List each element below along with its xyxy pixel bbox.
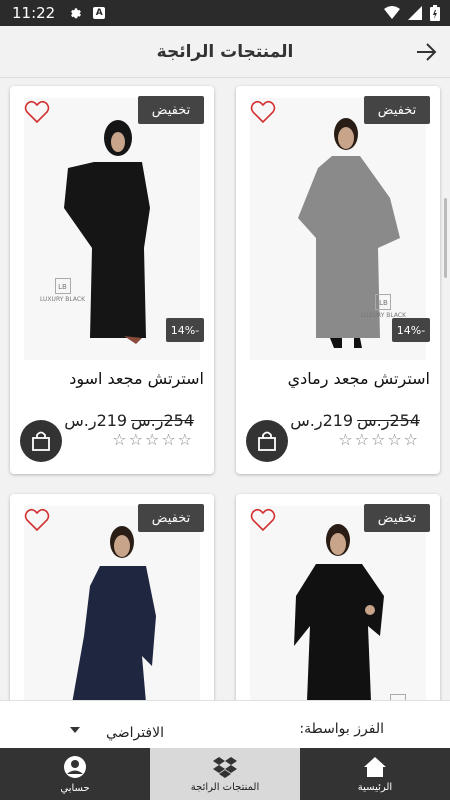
nav-home[interactable]: الرئيسية	[300, 748, 450, 800]
signal-icon	[408, 6, 422, 20]
old-price: 254ر.س	[357, 411, 420, 430]
shopping-bag-icon	[258, 431, 276, 451]
brand-logo: LB LUXURY BLACK	[361, 294, 406, 319]
settings-gear-icon	[71, 8, 82, 19]
rating-stars: ☆☆☆☆☆	[112, 430, 194, 449]
sort-label: الفرز بواسطة:	[299, 721, 384, 737]
abaya-figure-image	[294, 524, 384, 700]
product-name[interactable]: استرتش مجعد رمادي	[288, 369, 430, 388]
nav-trending-label: المنتجات الرائجة	[190, 781, 260, 793]
product-card[interactable]: LB LUXURY BLACK تخفيض 14%- استرتش مجعد ا…	[10, 86, 214, 474]
product-price: 254ر.س 219ر.س	[290, 411, 420, 430]
user-icon	[64, 755, 86, 778]
back-arrow-icon[interactable]	[414, 40, 438, 64]
discount-badge: 14%-	[392, 318, 430, 342]
bottom-navigation: حسابي المنتجات الرائجة الرئيسية	[0, 748, 450, 800]
rating-stars: ☆☆☆☆☆	[338, 430, 420, 449]
product-card[interactable]: تخفيض	[10, 494, 214, 700]
sale-badge: تخفيض	[364, 504, 430, 532]
sort-bar: الفرز بواسطة: الافتراضي	[0, 700, 450, 748]
product-name[interactable]: استرتش مجعد اسود	[69, 369, 204, 388]
add-to-cart-button[interactable]	[20, 420, 62, 462]
wishlist-heart-icon[interactable]	[250, 508, 276, 532]
product-image[interactable]	[24, 506, 200, 700]
launcher-a-icon: A	[93, 7, 106, 19]
wishlist-heart-icon[interactable]	[250, 100, 276, 124]
home-icon	[364, 756, 386, 777]
product-card[interactable]: LB تخفيض	[236, 494, 440, 700]
wishlist-heart-icon[interactable]	[24, 100, 50, 124]
page-title: المنتجات الرائجة	[156, 41, 294, 62]
brand-logo: LB LUXURY BLACK	[40, 278, 85, 303]
add-to-cart-button[interactable]	[246, 420, 288, 462]
wifi-icon	[384, 6, 400, 19]
nav-account-label: حسابي	[60, 782, 90, 794]
old-price: 254ر.س	[131, 411, 194, 430]
sale-badge: تخفيض	[364, 96, 430, 124]
current-price: 219ر.س	[290, 411, 354, 430]
sort-select[interactable]: الافتراضي	[106, 725, 164, 741]
scrollbar[interactable]	[444, 198, 447, 278]
current-price: 219ر.س	[64, 411, 128, 430]
shopping-bag-icon	[32, 431, 50, 451]
product-grid: LB LUXURY BLACK تخفيض 14%- استرتش مجعد ر…	[0, 78, 450, 700]
nav-trending[interactable]: المنتجات الرائجة	[150, 748, 300, 800]
app-header: المنتجات الرائجة	[0, 26, 450, 78]
discount-badge: 14%-	[166, 318, 204, 342]
dropdown-caret-icon[interactable]	[70, 727, 80, 733]
nav-home-label: الرئيسية	[357, 781, 393, 793]
battery-icon	[430, 5, 440, 21]
status-time: 11:22	[12, 4, 56, 22]
nav-account[interactable]: حسابي	[0, 748, 150, 800]
product-card[interactable]: LB LUXURY BLACK تخفيض 14%- استرتش مجعد ر…	[236, 86, 440, 474]
abaya-figure-image	[72, 526, 156, 700]
product-price: 254ر.س 219ر.س	[64, 411, 194, 430]
sale-badge: تخفيض	[138, 504, 204, 532]
dropbox-icon	[213, 756, 237, 778]
status-bar: 11:22 A	[0, 0, 450, 26]
product-image[interactable]: LB	[250, 506, 426, 700]
sale-badge: تخفيض	[138, 96, 204, 124]
wishlist-heart-icon[interactable]	[24, 508, 50, 532]
